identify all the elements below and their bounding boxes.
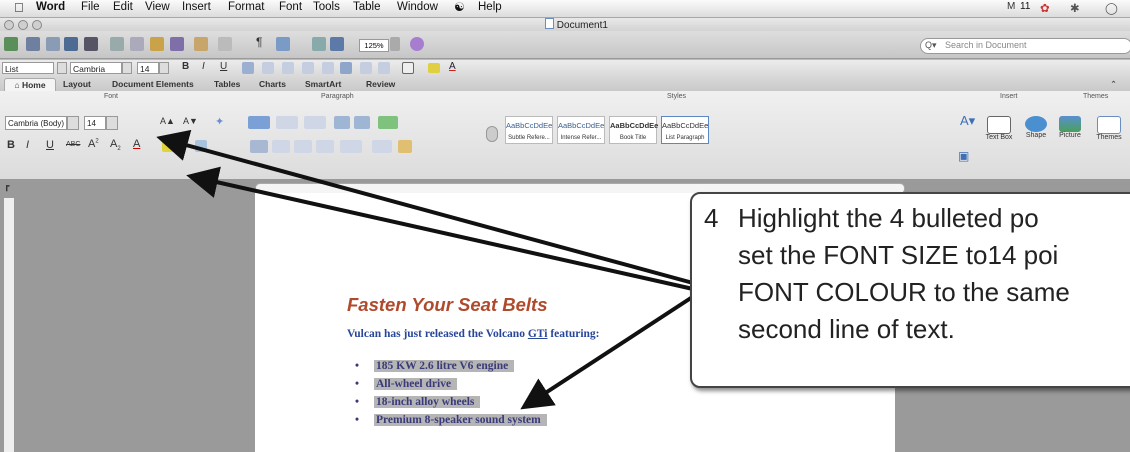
arrow-to-bullets [520,292,699,410]
callout-line-1: Highlight the 4 bulleted po [738,203,1039,233]
instruction-callout: 4 Highlight the 4 bulleted po set the FO… [690,192,1130,388]
callout-line-3: FONT COLOUR to the same [738,277,1070,307]
callout-step-number: 4 [704,203,719,233]
arrow-to-font-size [156,129,694,285]
callout-line-2: set the FONT SIZE to14 poi [738,240,1059,270]
arrow-to-font-color [186,166,694,291]
callout-line-4: second line of text. [738,314,955,344]
